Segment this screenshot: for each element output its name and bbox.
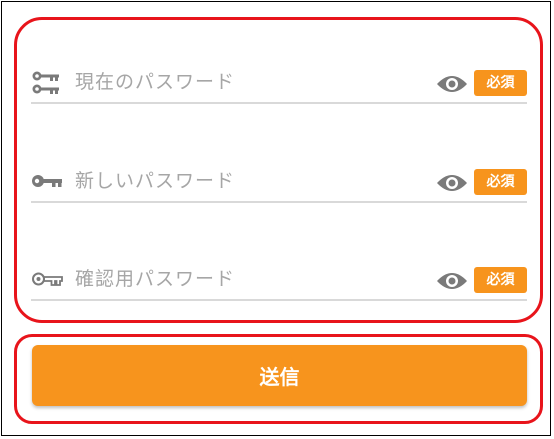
required-badge: 必須 — [474, 267, 527, 293]
double-key-icon — [31, 70, 65, 94]
current-password-field[interactable]: 現在のパスワード 必須 — [31, 64, 527, 104]
current-password-placeholder: 現在のパスワード — [75, 71, 236, 93]
submit-button[interactable]: 送信 — [32, 345, 527, 406]
outline-key-icon — [31, 267, 65, 291]
show-password-eye-icon[interactable] — [436, 74, 468, 94]
required-badge: 必須 — [474, 169, 527, 195]
confirm-password-field[interactable]: 確認用パスワード 必須 — [31, 261, 527, 301]
show-password-eye-icon[interactable] — [436, 271, 468, 291]
confirm-password-placeholder: 確認用パスワード — [75, 268, 236, 290]
required-badge: 必須 — [474, 70, 527, 96]
new-password-placeholder: 新しいパスワード — [75, 170, 236, 192]
new-password-field[interactable]: 新しいパスワード 必須 — [31, 163, 527, 203]
key-icon — [31, 169, 65, 193]
show-password-eye-icon[interactable] — [436, 173, 468, 193]
